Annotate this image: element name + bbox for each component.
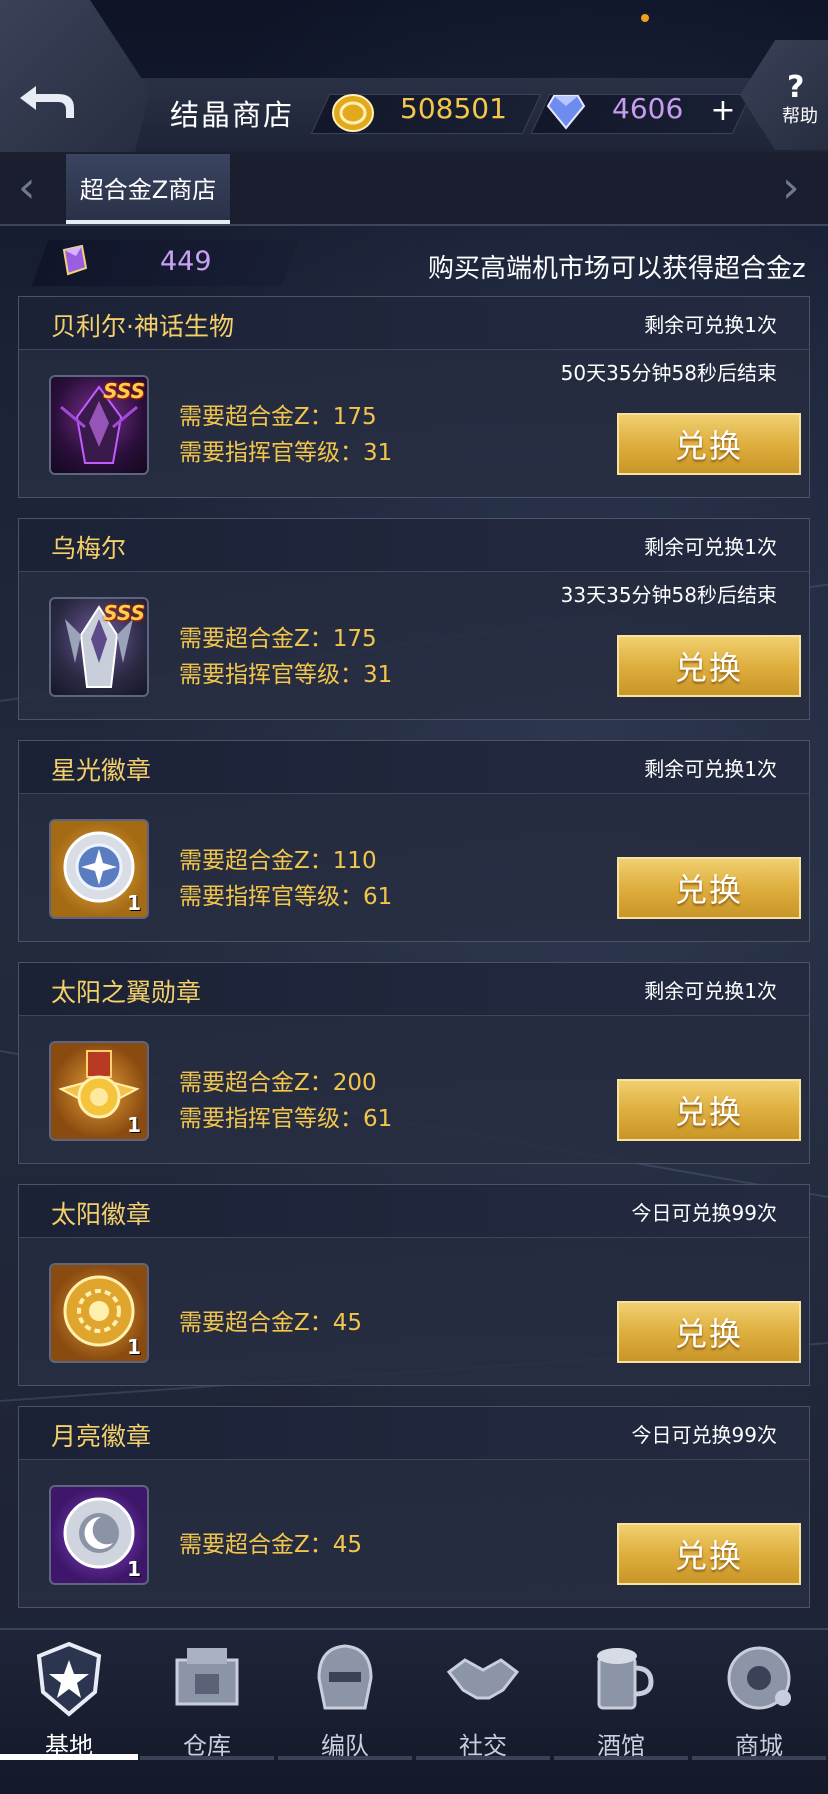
item-name: 太阳徽章	[51, 1200, 152, 1229]
handshake-icon	[446, 1658, 520, 1700]
item-remaining: 今日可兑换99次	[631, 1201, 777, 1225]
tab-next-chevron-icon[interactable]: ›	[782, 162, 800, 213]
nav-item-social[interactable]: 社交	[414, 1632, 552, 1762]
item-remaining: 剩余可兑换1次	[644, 535, 777, 559]
formation-icon	[317, 1644, 373, 1710]
gem-amount: 4606	[612, 92, 684, 125]
silver-mecha-icon[interactable]: SSS	[49, 597, 149, 697]
nav-divider	[278, 1756, 412, 1760]
alloy-amount: 449	[160, 246, 212, 277]
nav-divider	[692, 1756, 826, 1760]
level-requirement: 需要指挥官等级：61	[179, 1106, 393, 1132]
level-requirement: 需要指挥官等级：31	[179, 440, 393, 466]
alloy-requirement: 需要超合金Z：45	[179, 1310, 363, 1336]
nav-item-shop[interactable]: 商城	[690, 1632, 828, 1762]
exchange-button[interactable]: 兑换	[617, 635, 801, 697]
level-requirement: 需要指挥官等级：61	[179, 884, 393, 910]
item-name: 太阳之翼勋章	[51, 978, 202, 1007]
gold-amount: 508501	[400, 92, 507, 125]
alloy-hint-text: 购买高端机市场可以获得超合金z	[428, 254, 806, 284]
help-label: 帮助	[782, 106, 818, 127]
tavern-icon	[597, 1648, 654, 1710]
alloy-requirement: 需要超合金Z：175	[179, 404, 377, 430]
shop-icon	[727, 1646, 791, 1710]
page-title: 结晶商店	[170, 98, 295, 132]
sun-badge-icon[interactable]: 1	[49, 1263, 149, 1363]
item-remaining: 剩余可兑换1次	[644, 979, 777, 1003]
item-name: 月亮徽章	[51, 1422, 152, 1451]
shop-item-card: 太阳之翼勋章 剩余可兑换1次 1 需要超合金Z：200 需要指挥官等级：61 兑…	[18, 962, 810, 1164]
tab-alloy-z-shop[interactable]: 超合金Z商店	[66, 154, 230, 224]
item-quantity: 1	[127, 1113, 141, 1137]
item-name: 贝利尔·神话生物	[51, 312, 234, 341]
nav-active-underline	[0, 1754, 138, 1760]
item-quantity: 1	[127, 1557, 141, 1581]
back-arrow-icon	[20, 86, 74, 118]
exchange-button[interactable]: 兑换	[617, 1301, 801, 1363]
shop-item-card: 太阳徽章 今日可兑换99次 1 需要超合金Z：45 兑换	[18, 1184, 810, 1386]
item-remaining: 剩余可兑换1次	[644, 757, 777, 781]
top-header: 结晶商店 508501 4606 + ? 帮助	[0, 0, 828, 156]
alloy-requirement: 需要超合金Z：200	[179, 1070, 377, 1096]
gold-coin-icon	[330, 90, 376, 140]
nav-divider	[554, 1756, 688, 1760]
tab-prev-chevron-icon[interactable]: ‹	[18, 162, 36, 213]
level-requirement: 需要指挥官等级：31	[179, 662, 393, 688]
diamond-gem-icon	[546, 94, 586, 134]
sun-wing-medal-icon[interactable]: 1	[49, 1041, 149, 1141]
item-remaining: 剩余可兑换1次	[644, 313, 777, 337]
rarity-badge: SSS	[103, 379, 145, 403]
exchange-button[interactable]: 兑换	[617, 413, 801, 475]
shop-item-card: 乌梅尔 剩余可兑换1次 33天35分钟58秒后结束 SSS 需要超合金Z：175…	[18, 518, 810, 720]
back-button[interactable]	[0, 0, 150, 152]
shop-item-card: 月亮徽章 今日可兑换99次 1 需要超合金Z：45 兑换	[18, 1406, 810, 1608]
exchange-button[interactable]: 兑换	[617, 1523, 801, 1585]
add-gems-button[interactable]: +	[708, 96, 738, 126]
shop-item-card: 星光徽章 剩余可兑换1次 1 需要超合金Z：110 需要指挥官等级：61 兑换	[18, 740, 810, 942]
nav-divider	[140, 1756, 274, 1760]
warehouse-icon	[175, 1648, 239, 1706]
alloy-requirement: 需要超合金Z：110	[179, 848, 377, 874]
item-timer: 50天35分钟58秒后结束	[560, 361, 777, 385]
exchange-button[interactable]: 兑换	[617, 1079, 801, 1141]
alloy-requirement: 需要超合金Z：45	[179, 1532, 363, 1558]
alloy-requirement: 需要超合金Z：175	[179, 626, 377, 652]
nav-divider	[416, 1756, 550, 1760]
nav-item-warehouse[interactable]: 仓库	[138, 1632, 276, 1762]
help-question-icon: ?	[787, 70, 805, 105]
item-timer: 33天35分钟58秒后结束	[560, 583, 777, 607]
nav-item-tavern[interactable]: 酒馆	[552, 1632, 690, 1762]
starlight-badge-icon[interactable]: 1	[49, 819, 149, 919]
item-remaining: 今日可兑换99次	[631, 1423, 777, 1447]
nav-item-formation[interactable]: 编队	[276, 1632, 414, 1762]
item-name: 星光徽章	[51, 756, 152, 785]
alloy-crystal-icon	[56, 244, 90, 278]
shop-item-card: 贝利尔·神话生物 剩余可兑换1次 50天35分钟58秒后结束 SSS 需要超合金…	[18, 296, 810, 498]
item-name: 乌梅尔	[51, 534, 127, 563]
nav-item-base[interactable]: 基地	[0, 1632, 138, 1762]
dark-mecha-icon[interactable]: SSS	[49, 375, 149, 475]
exchange-button[interactable]: 兑换	[617, 857, 801, 919]
moon-badge-icon[interactable]: 1	[49, 1485, 149, 1585]
rarity-badge: SSS	[103, 601, 145, 625]
item-quantity: 1	[127, 1335, 141, 1359]
base-icon	[36, 1641, 102, 1717]
item-quantity: 1	[127, 891, 141, 915]
